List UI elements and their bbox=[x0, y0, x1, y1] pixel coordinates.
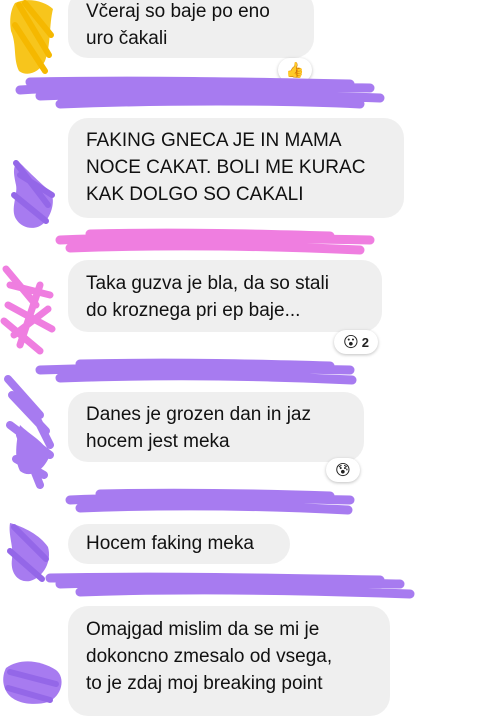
message-bubble-3[interactable]: Taka guzva je bla, da so stali do krozne… bbox=[68, 260, 382, 332]
avatar-1 bbox=[10, 0, 54, 74]
message-text-line: uro čakali bbox=[86, 28, 168, 49]
message-text-line: Taka guzva je bla, da so stali bbox=[86, 273, 329, 294]
message-text-line: Včeraj so baje po eno bbox=[86, 1, 270, 22]
redaction-scribble-3 bbox=[35, 358, 357, 385]
avatar-3 bbox=[0, 265, 56, 355]
message-bubble-5[interactable]: Hocem faking meka bbox=[68, 524, 290, 564]
message-text-line: Danes je grozen dan in jaz bbox=[86, 404, 311, 425]
message-text-line: Omajgad mislim da se mi je bbox=[86, 619, 320, 640]
avatar-2 bbox=[11, 160, 55, 228]
avatar-4 bbox=[4, 375, 54, 489]
reaction-badge-3[interactable]: 😮 2 bbox=[334, 330, 378, 354]
thumbs-up-icon: 👍 bbox=[285, 61, 305, 79]
message-text-line: NOCE CAKAT. BOLI ME KURAC bbox=[86, 157, 366, 178]
message-bubble-2[interactable]: FAKING GNECA JE IN MAMA NOCE CAKAT. BOLI… bbox=[68, 118, 404, 218]
message-text-line: dokoncno zmesalo od vsega, bbox=[86, 646, 333, 667]
reaction-badge-1[interactable]: 👍 bbox=[278, 58, 312, 82]
redaction-scribble-5 bbox=[45, 572, 415, 599]
message-bubble-1[interactable]: Včeraj so baje po eno uro čakali bbox=[68, 0, 314, 58]
message-text-line: KAK DOLGO SO CAKALI bbox=[86, 184, 304, 205]
message-text-line: Hocem faking meka bbox=[86, 533, 254, 554]
reaction-count: 2 bbox=[361, 334, 369, 350]
redaction-scribble-1 bbox=[15, 76, 385, 109]
message-text-line: to je zdaj moj breaking point bbox=[86, 673, 323, 694]
message-bubble-4[interactable]: Danes je grozen dan in jaz hocem jest me… bbox=[68, 392, 364, 462]
avatar-5 bbox=[7, 523, 50, 582]
message-bubble-6[interactable]: Omajgad mislim da se mi je dokoncno zmes… bbox=[68, 606, 390, 716]
redaction-scribble-4 bbox=[65, 488, 355, 515]
anxious-face-icon: 😰 bbox=[335, 461, 351, 479]
message-text-line: FAKING GNECA JE IN MAMA bbox=[86, 130, 342, 151]
message-text-line: hocem jest meka bbox=[86, 431, 230, 452]
redaction-scribble-2 bbox=[55, 228, 375, 255]
reaction-badge-4[interactable]: 😰 bbox=[326, 458, 360, 482]
avatar-6 bbox=[3, 661, 62, 704]
astonished-face-icon: 😮 bbox=[343, 333, 359, 351]
message-text-line: do kroznega pri ep baje... bbox=[86, 300, 301, 321]
